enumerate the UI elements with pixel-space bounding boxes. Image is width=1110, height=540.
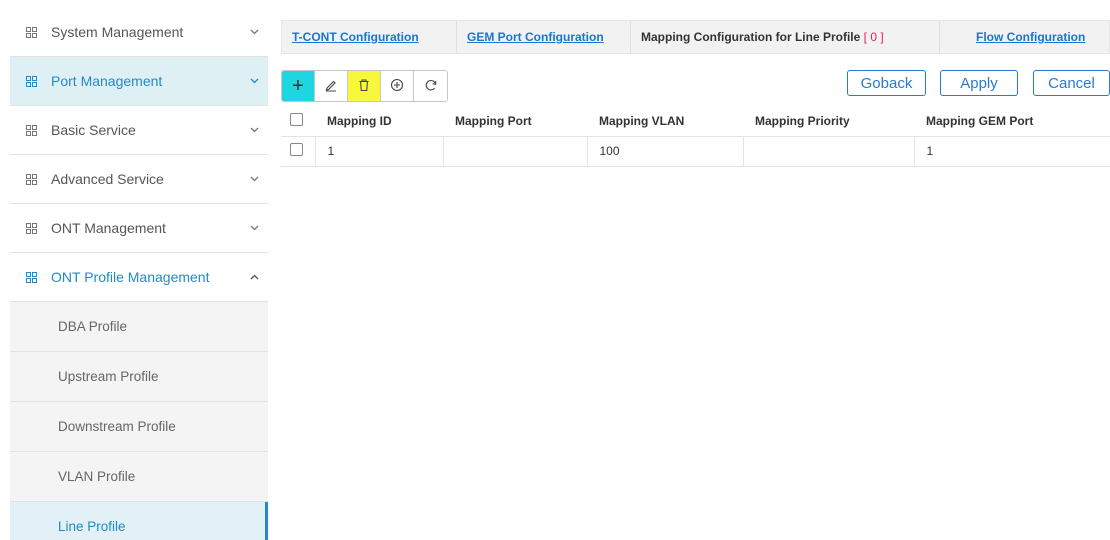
- sidebar-subitem-label: Line Profile: [58, 519, 126, 534]
- select-all-checkbox[interactable]: [281, 106, 315, 137]
- sidebar-item-ont-profile-management[interactable]: ONT Profile Management: [10, 253, 268, 302]
- cell-mapping-vlan: 100: [586, 135, 743, 167]
- tab-mapping-label: Mapping Configuration for Line Profile: [641, 30, 861, 44]
- tab-gem-port-configuration[interactable]: GEM Port Configuration: [457, 21, 631, 53]
- table-row[interactable]: 1 100 1: [281, 135, 1110, 167]
- tab-flow-configuration[interactable]: Flow Configuration: [940, 21, 1095, 53]
- grid-icon: [26, 124, 37, 136]
- sidebar-item-advanced-service[interactable]: Advanced Service: [10, 155, 268, 204]
- zoom-button[interactable]: [381, 71, 414, 101]
- column-header-mapping-id[interactable]: Mapping ID: [315, 106, 443, 137]
- sidebar-subitem-upstream-profile[interactable]: Upstream Profile: [10, 352, 268, 402]
- table-header-row: Mapping ID Mapping Port Mapping VLAN Map…: [281, 106, 1110, 137]
- sidebar-subitem-label: VLAN Profile: [58, 469, 136, 484]
- chevron-down-icon: [240, 223, 268, 234]
- cancel-button[interactable]: Cancel: [1033, 70, 1110, 96]
- checkbox-box: [290, 112, 303, 126]
- cell-mapping-gem-port: 1: [913, 135, 1110, 167]
- sidebar-subitem-label: DBA Profile: [58, 319, 128, 334]
- tab-mapping-count: [ 0 ]: [863, 30, 884, 44]
- column-header-mapping-vlan[interactable]: Mapping VLAN: [587, 106, 743, 137]
- chevron-down-icon: [240, 27, 268, 38]
- sidebar-subitem-vlan-profile[interactable]: VLAN Profile: [10, 452, 268, 502]
- tab-tcont-configuration[interactable]: T-CONT Configuration: [282, 21, 457, 53]
- table-toolbar: +: [281, 70, 448, 102]
- cell-mapping-priority: [742, 135, 914, 167]
- tab-mapping-configuration[interactable]: Mapping Configuration for Line Profile […: [631, 21, 940, 53]
- trash-icon: [357, 78, 371, 95]
- sidebar-item-label: ONT Profile Management: [51, 269, 210, 285]
- grid-icon: [26, 271, 37, 283]
- column-header-mapping-port[interactable]: Mapping Port: [443, 106, 587, 137]
- sidebar-item-label: Advanced Service: [51, 171, 164, 187]
- sidebar-item-label: System Management: [51, 24, 184, 40]
- plus-circle-icon: [390, 78, 404, 95]
- sidebar: System Management Port Management Basic …: [10, 8, 268, 540]
- row-checkbox[interactable]: [281, 135, 315, 167]
- mapping-table: Mapping ID Mapping Port Mapping VLAN Map…: [281, 106, 1110, 167]
- grid-icon: [26, 26, 37, 38]
- sidebar-item-label: Basic Service: [51, 122, 136, 138]
- checkbox-box: [290, 143, 303, 156]
- chevron-down-icon: [240, 76, 268, 87]
- goback-button[interactable]: Goback: [847, 70, 926, 96]
- sidebar-item-label: Port Management: [51, 73, 163, 89]
- grid-icon: [26, 75, 37, 87]
- column-header-mapping-gem-port[interactable]: Mapping GEM Port: [914, 106, 1110, 137]
- sidebar-item-port-management[interactable]: Port Management: [10, 57, 268, 106]
- sidebar-item-label: ONT Management: [51, 220, 166, 236]
- sidebar-subitem-dba-profile[interactable]: DBA Profile: [10, 302, 268, 352]
- sidebar-subitem-line-profile[interactable]: Line Profile: [10, 502, 268, 540]
- cell-mapping-port: [442, 135, 587, 167]
- apply-button[interactable]: Apply: [940, 70, 1018, 96]
- chevron-up-icon: [240, 272, 268, 283]
- chevron-down-icon: [240, 125, 268, 136]
- refresh-icon: [424, 78, 438, 95]
- edit-button[interactable]: [315, 71, 348, 101]
- sidebar-subitem-label: Downstream Profile: [58, 419, 176, 434]
- sidebar-item-system-management[interactable]: System Management: [10, 8, 268, 57]
- delete-button[interactable]: [348, 71, 381, 101]
- sidebar-item-ont-management[interactable]: ONT Management: [10, 204, 268, 253]
- grid-icon: [26, 173, 37, 185]
- sidebar-subitem-downstream-profile[interactable]: Downstream Profile: [10, 402, 268, 452]
- sidebar-item-basic-service[interactable]: Basic Service: [10, 106, 268, 155]
- grid-icon: [26, 222, 37, 234]
- plus-icon: +: [292, 75, 304, 97]
- config-tabs: T-CONT Configuration GEM Port Configurat…: [281, 20, 1110, 54]
- column-header-mapping-priority[interactable]: Mapping Priority: [743, 106, 914, 137]
- cell-mapping-id: 1: [314, 135, 443, 167]
- sidebar-subitem-label: Upstream Profile: [58, 369, 159, 384]
- chevron-down-icon: [240, 174, 268, 185]
- refresh-button[interactable]: [414, 71, 447, 101]
- edit-icon: [324, 78, 338, 95]
- add-button[interactable]: +: [282, 71, 315, 101]
